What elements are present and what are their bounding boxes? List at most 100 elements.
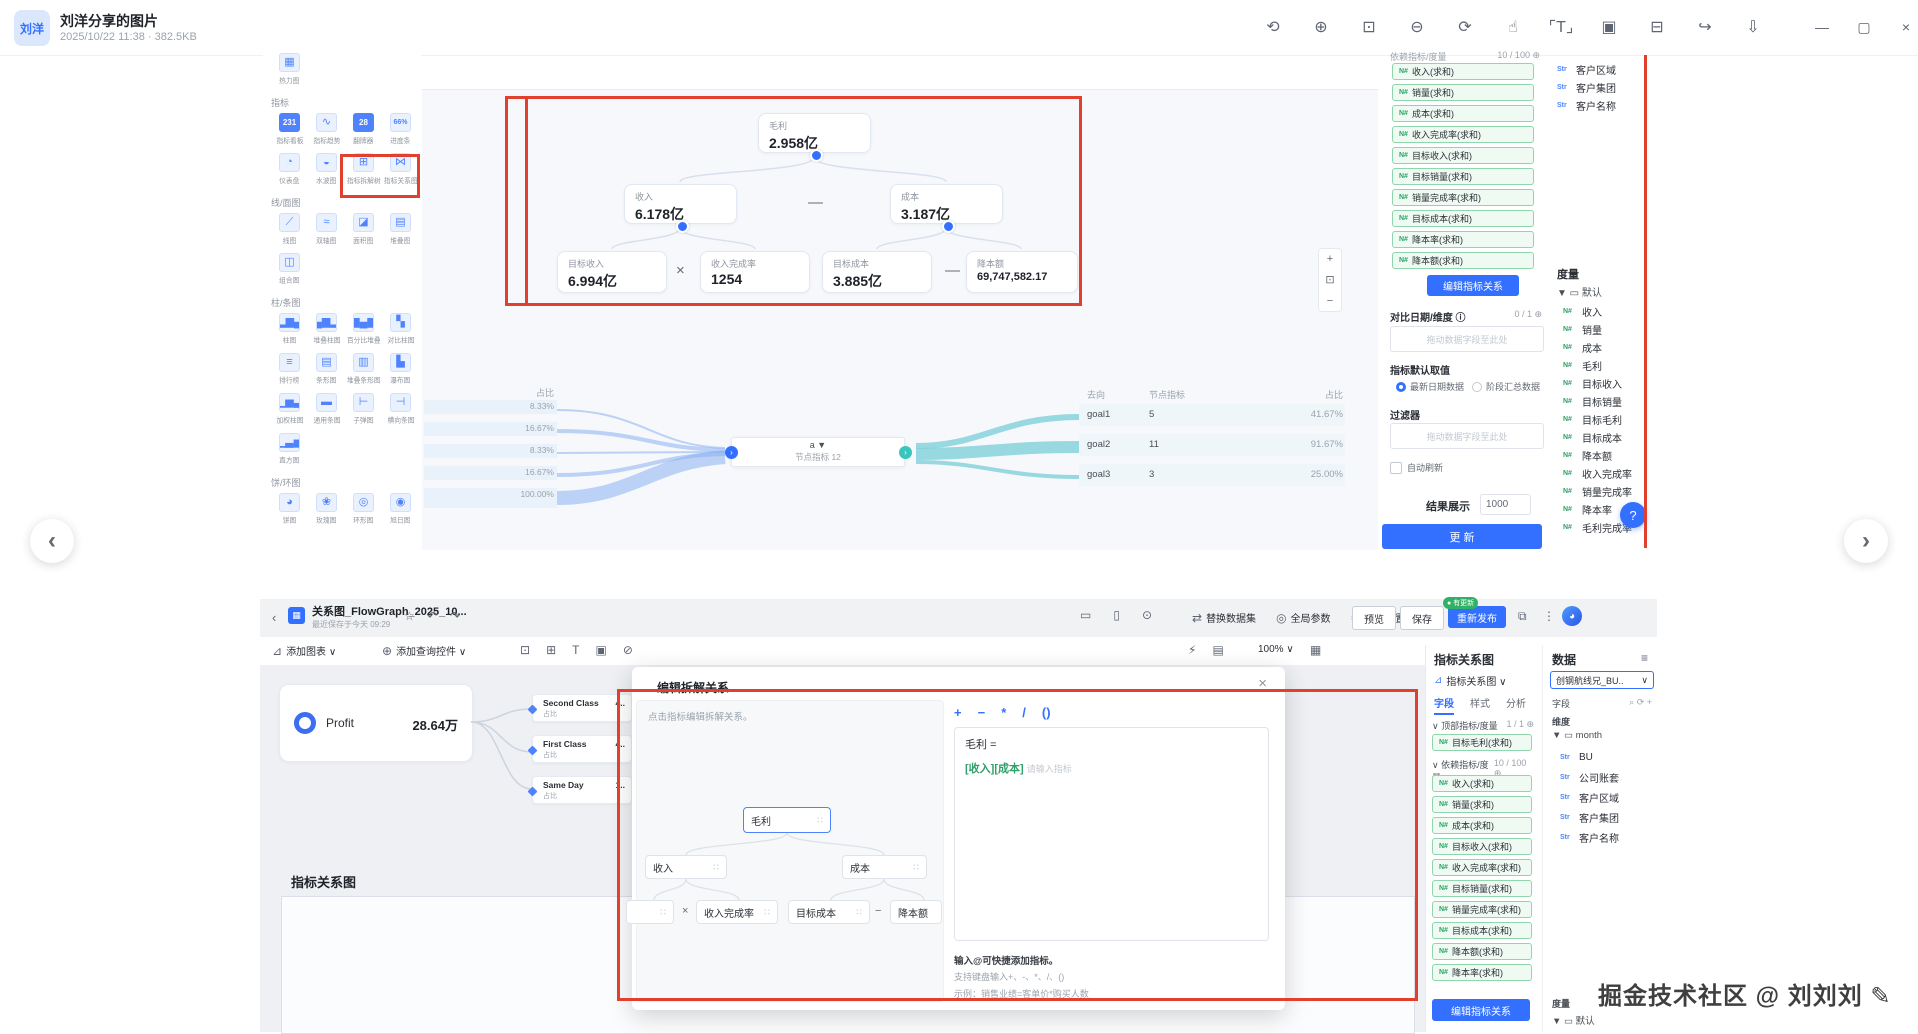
- chart-type-item[interactable]: ◔ 仪表盘: [271, 149, 308, 189]
- chart-type-item[interactable]: 231 指标看板: [271, 109, 308, 149]
- chart-type-item[interactable]: ◫ 组合图: [271, 249, 308, 289]
- chart-type-item[interactable]: 柱/条图: [271, 289, 421, 309]
- radio-latest[interactable]: 最新日期数据: [1396, 380, 1464, 393]
- redo-icon[interactable]: ↷: [450, 609, 460, 623]
- drag-handle-icon[interactable]: ∷: [764, 907, 770, 918]
- measure-field[interactable]: N# 成本: [1563, 338, 1632, 356]
- flow-node[interactable]: Same Day1.. 占比: [532, 776, 632, 804]
- chart-type-item[interactable]: 饼/环图: [271, 469, 421, 489]
- chart-type-item[interactable]: ▁▃▅ 直方图: [271, 429, 308, 469]
- metric-pill[interactable]: N# 降本率(求和): [1392, 231, 1534, 248]
- star-icon[interactable]: ☆: [404, 609, 415, 623]
- undo-icon[interactable]: ↶: [427, 609, 437, 623]
- chart-type-item[interactable]: ▙ 瀑布图: [382, 349, 419, 389]
- time-folder-row[interactable]: ▼ ▭ month: [1552, 730, 1602, 741]
- metric-pill[interactable]: N# 目标成本(求和): [1392, 210, 1534, 227]
- tree-node-cost[interactable]: 成本 3.187亿: [890, 184, 1003, 224]
- checkbox-icon[interactable]: [1390, 462, 1402, 474]
- chart-type-item[interactable]: ⊢ 子弹图: [345, 389, 382, 429]
- publish-button[interactable]: 重新发布: [1448, 606, 1506, 628]
- config-tab[interactable]: 样式: [1470, 695, 1490, 715]
- tree-node-income-rate[interactable]: 收入完成率 1254: [700, 251, 810, 293]
- dialog-node-target-cost[interactable]: 目标成本 ∷: [788, 900, 870, 924]
- metric-pill[interactable]: N# 收入完成率(求和): [1432, 859, 1532, 876]
- chart-type-selector[interactable]: ⊿ 指标关系图 ∨: [1434, 673, 1507, 688]
- metric-pill[interactable]: N# 收入(求和): [1392, 63, 1534, 80]
- tree-node-cost-reduction[interactable]: 降本额 69,747,582.17: [966, 251, 1078, 293]
- tab-container-icon[interactable]: ⊞: [546, 643, 556, 657]
- text-icon[interactable]: T: [572, 643, 579, 657]
- more-icon[interactable]: ⋮: [1543, 609, 1555, 623]
- scan-image-icon[interactable]: ▣: [1592, 12, 1626, 42]
- header-menu-item[interactable]: ⇄ 替换数据集: [1192, 610, 1256, 625]
- measure-field[interactable]: N# 目标成本: [1563, 428, 1632, 446]
- dimension-field[interactable]: Str BU: [1560, 747, 1619, 767]
- result-count-input[interactable]: 1000: [1480, 494, 1531, 515]
- metric-pill[interactable]: N# 销量(求和): [1392, 84, 1534, 101]
- extract-text-icon[interactable]: ⌜T⌟: [1544, 12, 1578, 42]
- formula-tokens[interactable]: [收入][成本]: [965, 763, 1024, 775]
- measure-field[interactable]: N# 销量: [1563, 320, 1632, 338]
- measure-field[interactable]: N# 毛利: [1563, 356, 1632, 374]
- flow-node[interactable]: Second Class4.. 占比: [532, 694, 632, 722]
- node-dimension[interactable]: a ▼: [732, 440, 904, 450]
- table-row[interactable]: goal2 11 91.67%: [1079, 434, 1345, 456]
- operator-button[interactable]: +: [954, 705, 962, 720]
- hand-tool-icon[interactable]: ☝: [1496, 12, 1530, 42]
- compare-drop-zone[interactable]: 拖动数据字段至此处: [1390, 326, 1544, 352]
- download-icon[interactable]: ⇩: [1736, 12, 1770, 42]
- flow-node[interactable]: First Class4.. 占比: [532, 735, 632, 763]
- layout-icon[interactable]: ⊡: [520, 643, 530, 657]
- field-search-row[interactable]: 字段 ⌕ ⟳ +: [1552, 697, 1652, 710]
- menu-icon[interactable]: ≡: [1641, 651, 1648, 665]
- drag-handle-icon[interactable]: ∷: [660, 907, 666, 918]
- chart-type-item[interactable]: ≡ 排行榜: [271, 349, 308, 389]
- dimension-field[interactable]: Str 客户集团: [1560, 807, 1619, 827]
- dimension-field[interactable]: Str 客户区域: [1560, 787, 1619, 807]
- prev-image-button[interactable]: ‹: [30, 519, 74, 563]
- metric-pill[interactable]: N# 目标收入(求和): [1432, 838, 1532, 855]
- print-icon[interactable]: ⊟: [1640, 12, 1674, 42]
- chart-type-item[interactable]: ▁▅▃ 加权柱图: [271, 389, 308, 429]
- chart-type-item[interactable]: 线/面图: [271, 189, 421, 209]
- chart-type-item[interactable]: ◕ 饼图: [271, 489, 308, 529]
- zoom-out-icon[interactable]: −: [1327, 295, 1333, 307]
- drag-handle-icon[interactable]: ∷: [713, 862, 719, 873]
- tree-node-root[interactable]: 毛利 2.958亿: [758, 113, 871, 153]
- chart-type-item[interactable]: ≈ 双轴图: [308, 209, 345, 249]
- metric-pill[interactable]: N# 收入完成率(求和): [1392, 126, 1534, 143]
- profit-node-card[interactable]: Profit 28.64万: [279, 684, 473, 762]
- chart-type-item[interactable]: 66% 进度条: [382, 109, 419, 149]
- formula-editor[interactable]: 毛利 = [收入][成本] 请输入指标: [954, 727, 1269, 941]
- dimension-field[interactable]: Str 客户区域: [1557, 60, 1616, 78]
- metric-pill[interactable]: N# 目标销量(求和): [1432, 880, 1532, 897]
- image-icon[interactable]: ▣: [595, 643, 606, 657]
- metric-pill[interactable]: N# 收入(求和): [1432, 775, 1532, 792]
- rotate-icon[interactable]: ⟳: [1448, 12, 1482, 42]
- dimension-field[interactable]: Str 客户名称: [1560, 827, 1619, 847]
- top-metric-section[interactable]: ∨ 顶部指标/度量1 / 1 ⊕: [1432, 719, 1534, 732]
- radio-icon[interactable]: [1396, 382, 1406, 392]
- zoom-in-icon[interactable]: +: [1327, 253, 1333, 265]
- link-icon[interactable]: ⊘: [623, 643, 633, 657]
- metric-pill[interactable]: N# 销量(求和): [1432, 796, 1532, 813]
- fit-icon[interactable]: ⊡: [1325, 273, 1334, 286]
- collapse-left-icon[interactable]: ›: [725, 446, 738, 459]
- measure-field[interactable]: N# 销量完成率: [1563, 482, 1632, 500]
- dimension-field[interactable]: Str 客户名称: [1557, 96, 1616, 114]
- config-tab[interactable]: 字段: [1434, 695, 1454, 715]
- filter-drop-zone[interactable]: 拖动数据字段至此处: [1390, 423, 1544, 449]
- measure-field[interactable]: N# 目标毛利: [1563, 410, 1632, 428]
- dimension-field[interactable]: Str 客户集团: [1557, 78, 1616, 96]
- drag-handle-icon[interactable]: ∷: [913, 862, 919, 873]
- minimize-button[interactable]: —: [1806, 12, 1838, 42]
- chart-type-item[interactable]: ❀ 玫瑰图: [308, 489, 345, 529]
- metric-pill[interactable]: N# 目标收入(求和): [1392, 147, 1534, 164]
- top-metric-pill[interactable]: N# 目标毛利(求和): [1432, 734, 1532, 751]
- dataset-select[interactable]: 创钢航线兄_BU.. ∨: [1550, 671, 1654, 689]
- doc-title[interactable]: 关系图_FlowGraph_2025_10...: [312, 603, 467, 619]
- measure-field[interactable]: N# 降本额: [1563, 446, 1632, 464]
- open-new-icon[interactable]: ⧉: [1518, 609, 1527, 624]
- panel-icon[interactable]: ▤: [1212, 643, 1223, 657]
- update-button[interactable]: 更 新: [1382, 524, 1542, 549]
